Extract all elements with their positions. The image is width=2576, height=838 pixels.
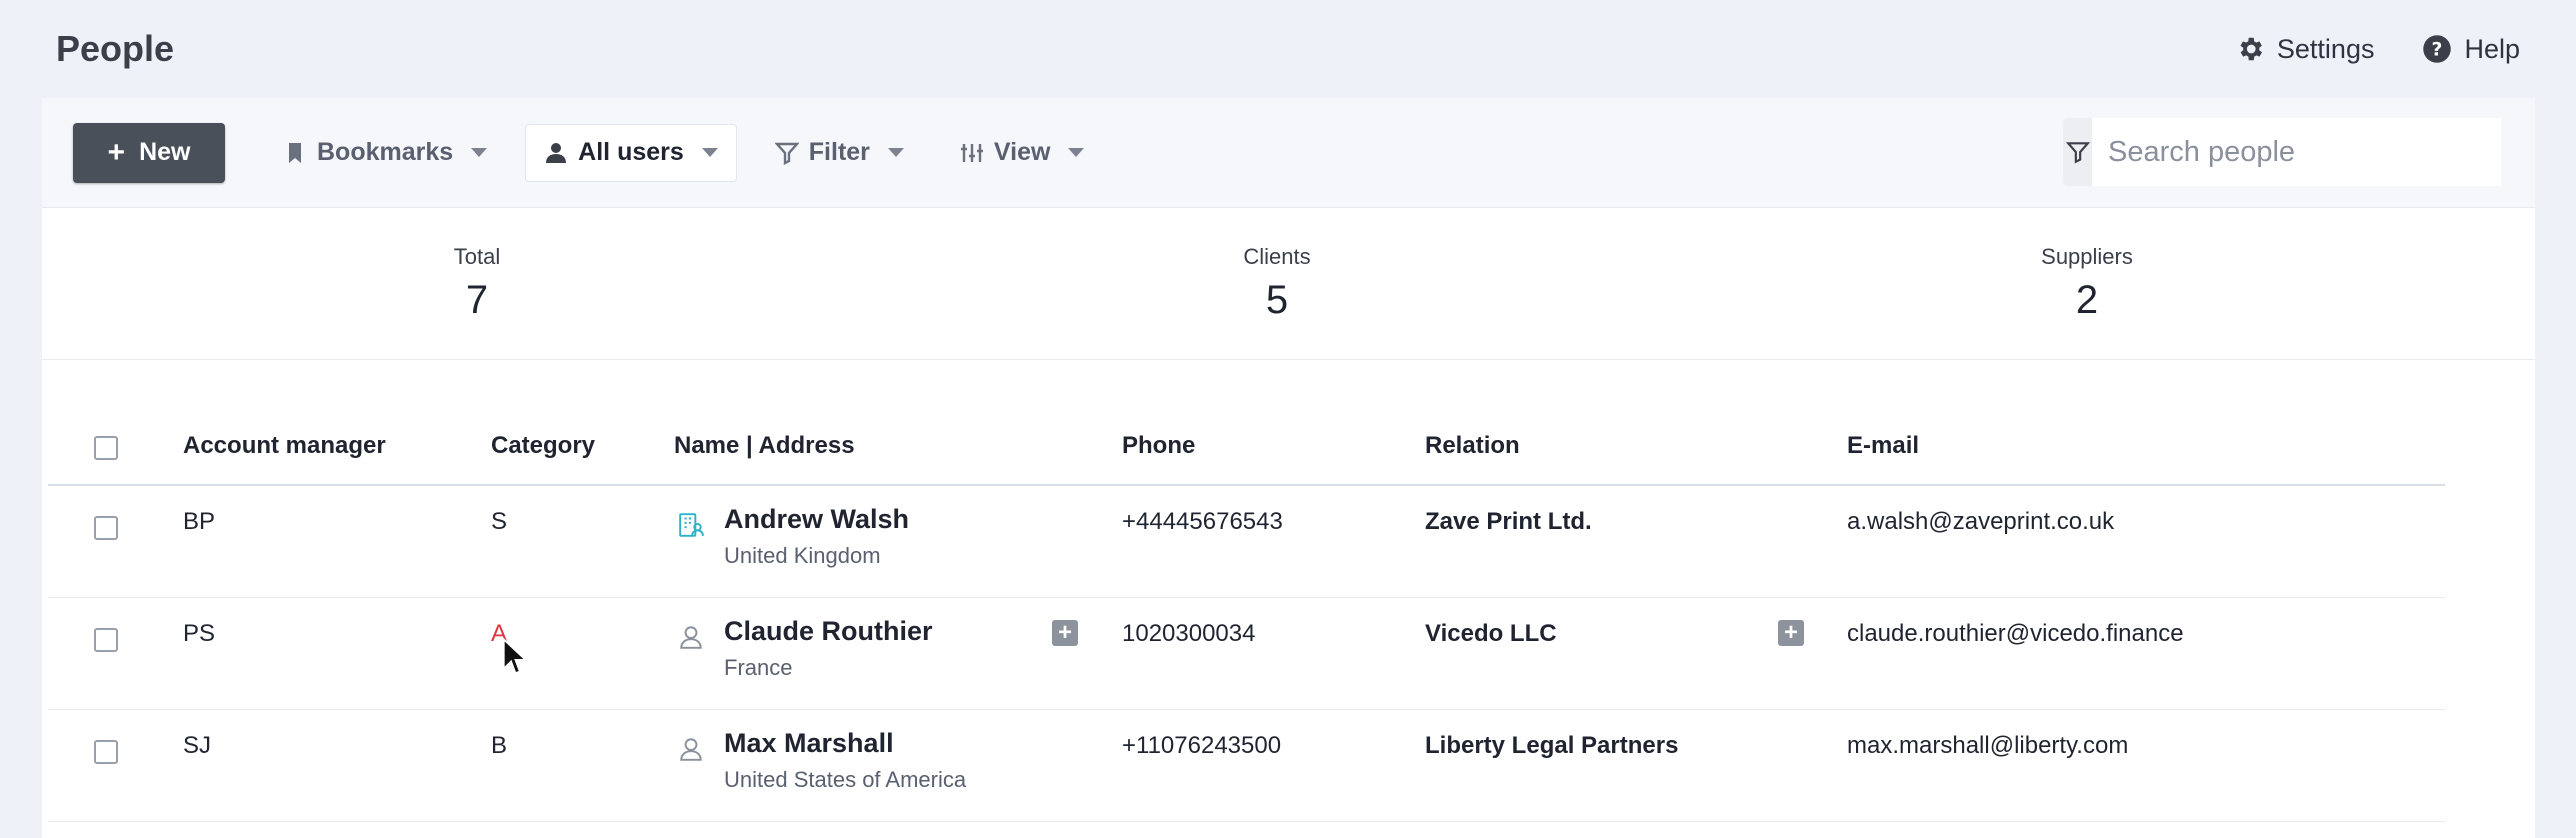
add-name-button[interactable]: +: [1052, 619, 1078, 646]
user-icon: [546, 142, 567, 163]
stat-label: Clients: [1243, 244, 1311, 269]
column-header-manager[interactable]: Account manager: [183, 432, 386, 460]
stat-label: Suppliers: [2041, 244, 2133, 269]
manager-cell: SJ: [183, 732, 212, 759]
plus-icon: +: [107, 135, 126, 169]
people-table: Account manager Category Name | Address …: [48, 380, 2445, 822]
row-checkbox[interactable]: [94, 628, 118, 652]
stat-value: 7: [465, 278, 489, 322]
row-checkbox[interactable]: [94, 740, 118, 764]
name-address-cell: Andrew Walsh United Kingdom: [724, 504, 909, 569]
chevron-down-icon: [1068, 148, 1085, 157]
table-row[interactable]: PS A Claude Routhier France + 1020300034…: [48, 598, 2445, 710]
bookmark-icon: [289, 142, 301, 163]
filter-icon: [2065, 142, 2090, 164]
relation-cell[interactable]: Liberty Legal Partners: [1425, 732, 1678, 760]
page-title: People: [56, 28, 175, 69]
person-address: France: [724, 655, 793, 680]
person-name[interactable]: Andrew Walsh: [724, 504, 909, 535]
person-address: United Kingdom: [724, 543, 881, 568]
person-name[interactable]: Claude Routhier: [724, 616, 933, 647]
category-cell: B: [491, 732, 508, 759]
chevron-down-icon: [887, 148, 904, 157]
gear-icon: [2240, 37, 2262, 61]
settings-link[interactable]: Settings: [2235, 33, 2375, 65]
bookmarks-dropdown[interactable]: Bookmarks: [265, 124, 505, 182]
column-header-category[interactable]: Category: [491, 432, 595, 460]
filter-icon: [774, 142, 799, 165]
column-header-phone[interactable]: Phone: [1122, 432, 1195, 460]
toolbar: + New Bookmarks All users Filter View: [42, 98, 2535, 208]
stats-bar: Total 7 Clients 5 Suppliers 2: [42, 208, 2535, 360]
search-box: [2063, 118, 2501, 186]
category-cell: S: [491, 508, 508, 535]
phone-cell: +11076243500: [1122, 732, 1282, 759]
email-cell[interactable]: claude.routhier@vicedo.finance: [1847, 620, 2184, 648]
email-cell[interactable]: max.marshall@liberty.com: [1847, 732, 2128, 760]
settings-label: Settings: [2276, 33, 2375, 64]
add-relation-button[interactable]: +: [1778, 619, 1804, 646]
stat-value: 5: [1265, 278, 1289, 322]
filter-dropdown[interactable]: Filter: [757, 124, 922, 182]
person-icon: [680, 626, 702, 649]
phone-cell: +44445676543: [1122, 508, 1283, 535]
mouse-cursor-icon: [502, 638, 526, 675]
stat-suppliers: Suppliers 2: [1937, 244, 2237, 323]
filter-label: Filter: [808, 138, 870, 166]
users-label: All users: [578, 138, 684, 166]
row-checkbox[interactable]: [94, 516, 118, 540]
help-link[interactable]: ? Help: [2422, 34, 2520, 65]
select-all-checkbox[interactable]: [94, 436, 118, 460]
new-button[interactable]: + New: [73, 122, 225, 183]
search-input[interactable]: [2092, 118, 2501, 186]
manager-cell: PS: [183, 620, 216, 647]
bookmarks-label: Bookmarks: [317, 138, 454, 166]
phone-cell: 1020300034: [1122, 620, 1256, 647]
view-label: View: [993, 138, 1051, 166]
column-header-email[interactable]: E-mail: [1847, 432, 1919, 460]
help-label: Help: [2464, 33, 2520, 64]
svg-text:?: ?: [2432, 39, 2443, 60]
users-dropdown[interactable]: All users: [525, 123, 737, 182]
help-icon: ?: [2423, 35, 2452, 63]
table-row[interactable]: SJ B Max Marshall United States of Ameri…: [48, 710, 2445, 822]
column-header-relation[interactable]: Relation: [1425, 432, 1520, 460]
chevron-down-icon: [701, 148, 718, 157]
person-icon: [680, 738, 702, 761]
stat-label: Total: [453, 244, 501, 269]
relation-cell[interactable]: Zave Print Ltd.: [1425, 508, 1592, 536]
stat-total: Total 7: [327, 244, 627, 323]
email-cell[interactable]: a.walsh@zaveprint.co.uk: [1847, 508, 2114, 536]
relation-cell[interactable]: Vicedo LLC: [1425, 620, 1557, 648]
person-name[interactable]: Max Marshall: [724, 728, 966, 759]
person-address: United States of America: [724, 767, 967, 792]
search-filter-button[interactable]: [2063, 118, 2092, 186]
company-contact-icon: [679, 513, 704, 537]
top-bar: People Settings ? Help: [0, 0, 2576, 98]
chevron-down-icon: [471, 148, 488, 157]
stat-value: 2: [2075, 278, 2099, 322]
name-address-cell: Claude Routhier France: [724, 616, 933, 681]
sliders-icon: [960, 143, 983, 162]
view-dropdown[interactable]: View: [942, 124, 1103, 182]
stat-clients: Clients 5: [1127, 244, 1427, 323]
manager-cell: BP: [183, 508, 216, 535]
column-header-name[interactable]: Name | Address: [674, 432, 855, 460]
new-label: New: [139, 138, 191, 166]
top-actions: Settings ? Help: [2235, 34, 2520, 65]
name-address-cell: Max Marshall United States of America: [724, 728, 966, 793]
table-header: Account manager Category Name | Address …: [48, 380, 2445, 486]
table-row[interactable]: BP S Andrew Walsh United Kingdom +444456…: [48, 486, 2445, 598]
